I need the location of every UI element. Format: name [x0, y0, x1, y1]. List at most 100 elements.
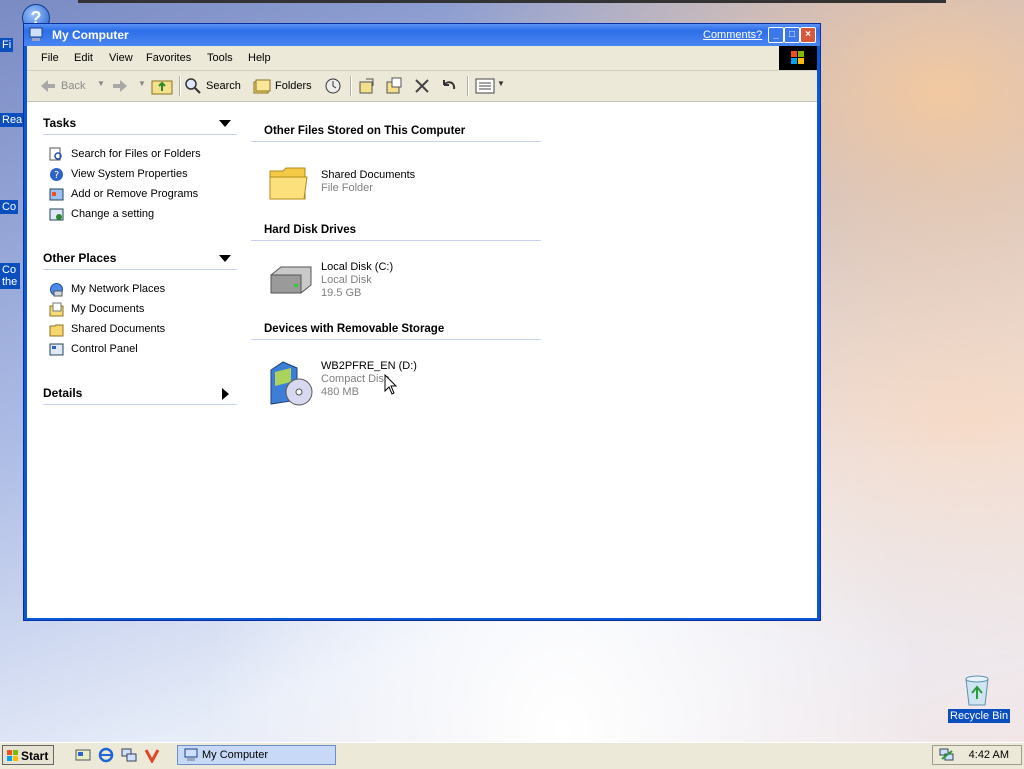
start-button[interactable]: Start [2, 745, 54, 765]
menu-file[interactable]: File [41, 52, 59, 64]
taskbar-my-computer-button[interactable]: My Computer [177, 745, 336, 765]
internet-explorer-icon[interactable] [98, 747, 114, 763]
place-label: My Documents [71, 303, 145, 315]
move-to-icon[interactable] [358, 77, 376, 95]
menu-favorites[interactable]: Favorites [146, 52, 191, 64]
folders-label: Folders [275, 80, 312, 92]
collapse-arrow-icon[interactable] [219, 255, 231, 262]
undo-icon[interactable] [440, 77, 458, 95]
item-type: Compact Disc [321, 373, 390, 385]
desktop-icon-label[interactable]: Co [0, 200, 19, 214]
item-type: File Folder [321, 182, 373, 194]
item-size: 19.5 GB [321, 287, 362, 299]
views-icon[interactable] [475, 77, 497, 95]
search-files-icon [49, 147, 62, 161]
details-pane: Details [43, 386, 237, 405]
group-header: Devices with Removable Storage [251, 323, 541, 340]
computer-icon [29, 27, 43, 41]
task-search-files[interactable]: Search for Files or Folders [43, 145, 237, 165]
maximize-button[interactable]: □ [784, 27, 800, 43]
task-change-setting[interactable]: Change a setting [43, 205, 237, 225]
back-label: Back [61, 80, 86, 92]
details-header[interactable]: Details [43, 386, 237, 405]
search-button[interactable]: Search [184, 77, 241, 95]
comments-link[interactable]: Comments? [703, 29, 762, 41]
recycle-bin-icon[interactable] [962, 673, 992, 707]
my-computer-window: My Computer Comments? _ □ × File Edit Vi… [23, 23, 821, 621]
collapse-arrow-icon[interactable] [219, 120, 231, 127]
details-title: Details [43, 386, 83, 400]
other-files-group: Other Files Stored on This Computer [251, 125, 541, 142]
tasks-title: Tasks [43, 116, 77, 130]
folders-button[interactable]: Folders [253, 77, 312, 95]
forward-dropdown-icon[interactable]: ▼ [138, 79, 146, 88]
search-label: Search [206, 80, 241, 92]
folder-icon [49, 324, 64, 337]
toolbar: Back ▼ ▼ Search Folders ▼ [27, 71, 817, 102]
back-arrow-icon [41, 80, 55, 92]
expand-arrow-icon[interactable] [222, 388, 229, 400]
close-button[interactable]: × [800, 27, 816, 43]
local-disk-c-item[interactable]: Local Disk (C:) Local Disk 19.5 GB [267, 261, 467, 301]
place-my-documents[interactable]: My Documents [43, 300, 237, 320]
search-icon [185, 78, 201, 94]
menu-bar: File Edit View Favorites Tools Help [27, 46, 817, 71]
menu-view[interactable]: View [109, 52, 133, 64]
tasks-header[interactable]: Tasks [43, 116, 237, 135]
window-title: My Computer [52, 28, 129, 42]
desktop-icon-label[interactable]: Co the [0, 263, 20, 289]
menu-tools[interactable]: Tools [207, 52, 233, 64]
svg-text:?: ? [54, 170, 59, 181]
system-tray: 4:42 AM [932, 745, 1022, 765]
windows-flag-icon [7, 750, 18, 761]
control-panel-icon [49, 343, 64, 356]
network-tray-icon[interactable] [939, 748, 955, 762]
taskbar: Start My Computer 4:42 AM [0, 742, 1024, 769]
control-panel-icon [49, 208, 64, 221]
folders-icon [253, 79, 271, 94]
back-dropdown-icon[interactable]: ▼ [97, 79, 105, 88]
desktop-icon-label[interactable]: Rea [0, 113, 25, 127]
up-folder-icon[interactable] [151, 77, 173, 95]
item-name: Local Disk (C:) [321, 261, 394, 273]
shared-documents-item[interactable]: Shared Documents File Folder [267, 163, 467, 205]
content-area: Tasks Search for Files or Folders ? View… [27, 102, 817, 618]
network-connections-icon[interactable] [121, 747, 137, 763]
task-view-system-properties[interactable]: ? View System Properties [43, 165, 237, 185]
task-label: Change a setting [71, 208, 155, 220]
other-places-pane: Other Places My Network Places My Docume… [43, 251, 237, 360]
menu-edit[interactable]: Edit [74, 52, 93, 64]
desktop-icon-label[interactable]: Fi [0, 38, 14, 52]
task-label: Add or Remove Programs [71, 188, 199, 200]
windows-media-icon[interactable] [144, 747, 160, 763]
group-header: Other Files Stored on This Computer [251, 125, 541, 142]
forward-arrow-icon[interactable] [111, 77, 129, 95]
views-dropdown-icon[interactable]: ▼ [497, 79, 505, 88]
copy-to-icon[interactable] [385, 77, 403, 95]
show-desktop-icon[interactable] [75, 747, 91, 763]
place-shared-documents[interactable]: Shared Documents [43, 320, 237, 340]
history-icon[interactable] [324, 77, 342, 95]
task-button-label: My Computer [202, 749, 269, 761]
cd-drive-d-item[interactable]: WB2PFRE_EN (D:) Compact Disc 480 MB [267, 360, 467, 406]
title-bar[interactable]: My Computer Comments? _ □ × [24, 24, 820, 46]
delete-icon[interactable] [413, 77, 431, 95]
hard-disk-icon [270, 266, 312, 294]
network-icon [50, 283, 63, 297]
other-places-header[interactable]: Other Places [43, 251, 237, 270]
minimize-button[interactable]: _ [768, 27, 784, 43]
item-name: WB2PFRE_EN (D:) [321, 360, 417, 372]
windows-logo [779, 46, 817, 70]
recycle-bin-label[interactable]: Recycle Bin [948, 709, 1011, 723]
computer-icon [184, 748, 198, 761]
task-add-remove-programs[interactable]: Add or Remove Programs [43, 185, 237, 205]
group-header: Hard Disk Drives [251, 224, 541, 241]
place-my-network-places[interactable]: My Network Places [43, 280, 237, 300]
other-places-title: Other Places [43, 251, 117, 265]
start-label: Start [21, 749, 49, 763]
menu-help[interactable]: Help [248, 52, 271, 64]
item-name: Shared Documents [321, 169, 416, 181]
clock[interactable]: 4:42 AM [969, 749, 1009, 761]
back-button[interactable]: Back [39, 77, 85, 95]
place-control-panel[interactable]: Control Panel [43, 340, 237, 360]
